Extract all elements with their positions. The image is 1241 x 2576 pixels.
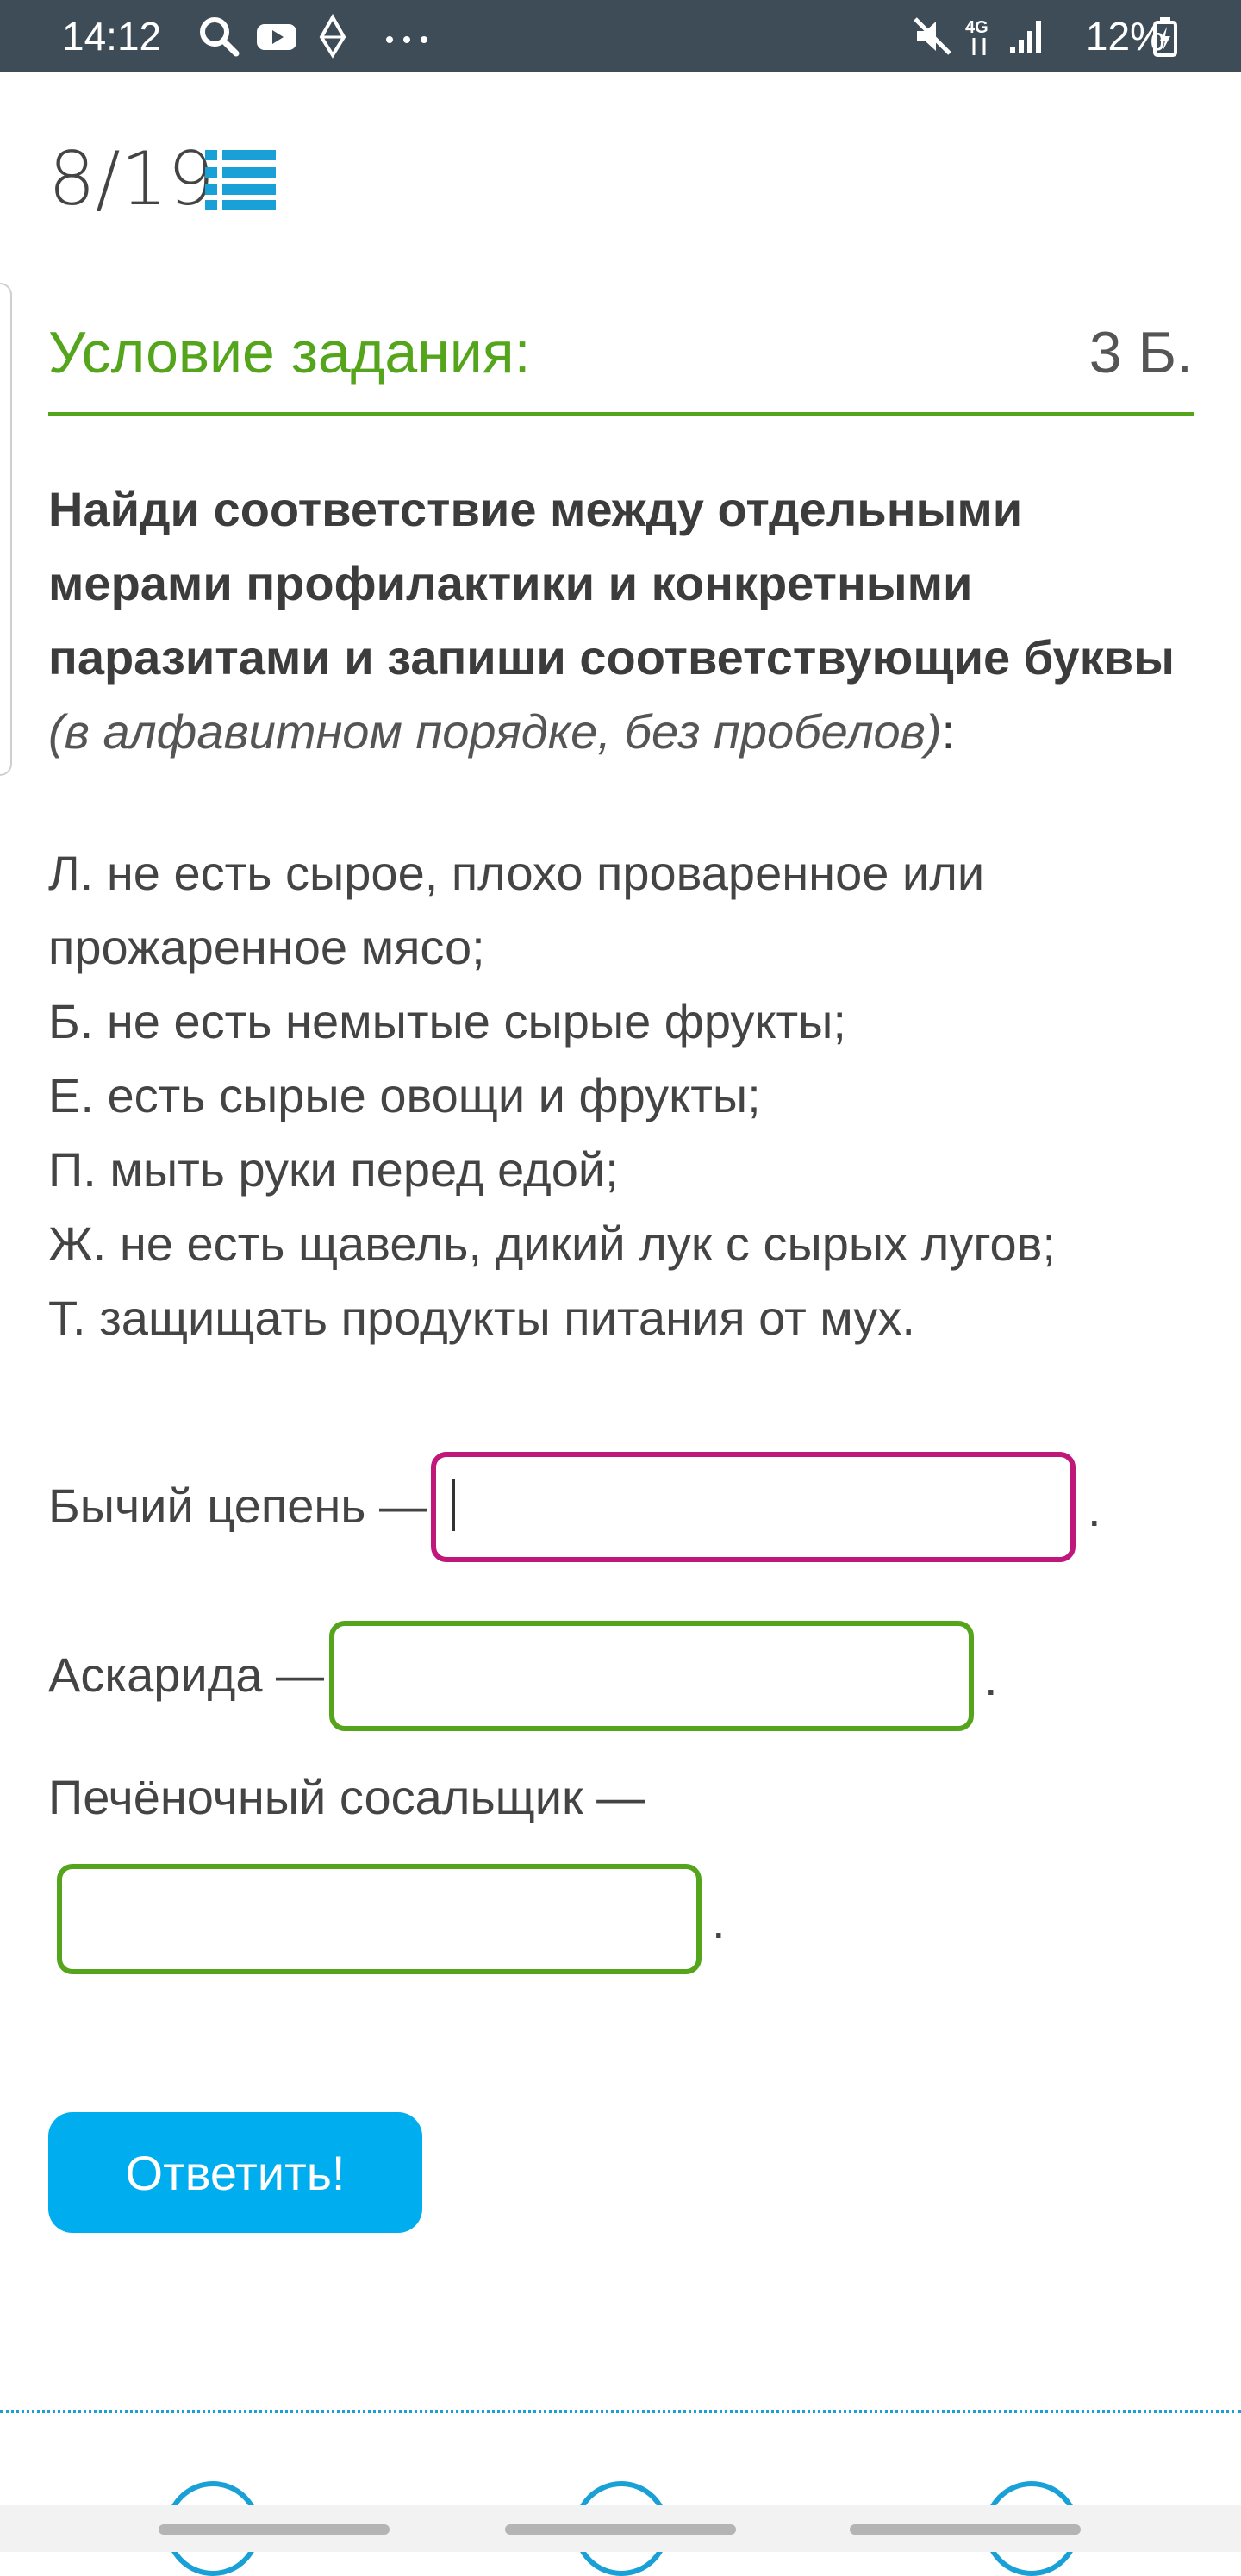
more-icon: [383, 14, 434, 63]
status-time: 14:12: [62, 14, 162, 59]
mute-icon: [912, 14, 953, 63]
list-icon[interactable]: [205, 148, 276, 215]
answer-suffix: .: [712, 1894, 726, 1948]
answer-input-liver-fluke[interactable]: [57, 1864, 702, 1974]
question-note: (в алфавитном порядке, без пробелов): [48, 704, 942, 759]
section-divider: [0, 2410, 1241, 2413]
status-bar: 14:12 4G 12%: [0, 0, 1241, 72]
page-counter: 8/19: [48, 136, 215, 222]
question-text: Найди соответствие между отдельными мера…: [48, 472, 1186, 769]
question-main: Найди соответствие между отдельными мера…: [48, 482, 1175, 685]
search-icon: [196, 14, 241, 63]
nav-handle[interactable]: [505, 2524, 736, 2535]
system-nav-bar: [0, 2505, 1241, 2552]
option-line: Е. есть сырые овощи и фрукты;: [48, 1068, 761, 1122]
network-4g-icon: 4G: [962, 16, 1000, 63]
title-divider: [48, 412, 1194, 416]
option-line: прожаренное мясо;: [48, 920, 485, 974]
answer-label-tapeworm: Бычий цепень —: [48, 1479, 428, 1533]
nav-handle[interactable]: [850, 2524, 1081, 2535]
text-caret: [452, 1479, 455, 1531]
option-line: Л. не есть сырое, плохо проваренное или: [48, 846, 985, 900]
task-points: 3 Б.: [1088, 320, 1193, 385]
network-label: 4G: [965, 18, 988, 37]
answer-input-tapeworm[interactable]: [431, 1452, 1076, 1562]
option-line: Б. не есть немытые сырые фрукты;: [48, 994, 846, 1048]
answer-suffix: .: [1088, 1482, 1101, 1536]
signal-icon: [1007, 14, 1048, 63]
option-line: Т. защищать продукты питания от мух.: [48, 1291, 915, 1345]
battery-charging-icon: [1151, 14, 1179, 63]
option-line: Ж. не есть щавель, дикий лук с сырых луг…: [48, 1216, 1056, 1271]
task-title: Условие задания:: [48, 320, 531, 385]
youtube-icon: [255, 14, 298, 63]
options-list: Л. не есть сырое, плохо проваренное или …: [48, 836, 1203, 1355]
answer-input-ascaris[interactable]: [329, 1621, 974, 1731]
side-panel-handle[interactable]: [0, 283, 12, 776]
answer-label-liver-fluke: Печёночный сосальщик —: [48, 1770, 645, 1824]
option-line: П. мыть руки перед едой;: [48, 1142, 619, 1197]
question-colon: :: [941, 704, 956, 759]
nav-handle[interactable]: [159, 2524, 390, 2535]
submit-button[interactable]: Ответить!: [48, 2112, 422, 2233]
diamond-icon: [317, 13, 348, 63]
answer-label-ascaris: Аскарида —: [48, 1648, 325, 1702]
answer-suffix: .: [984, 1651, 998, 1705]
